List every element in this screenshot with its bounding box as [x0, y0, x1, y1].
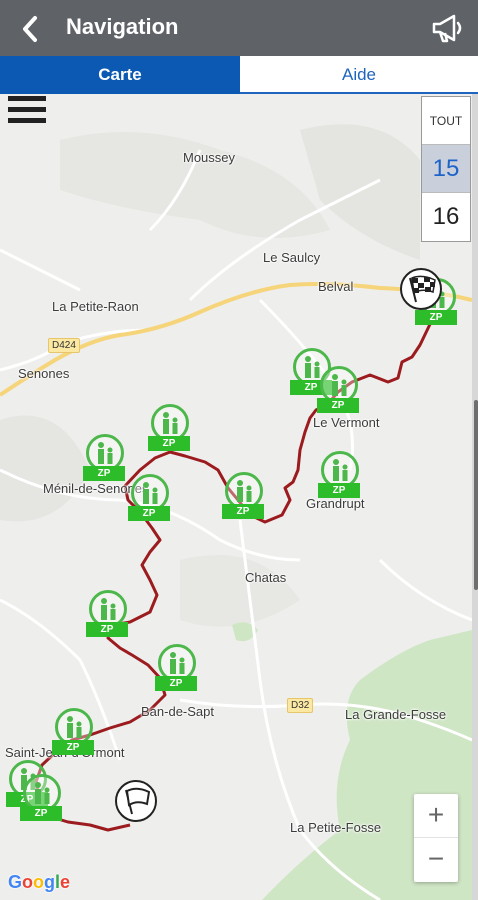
tab-bar: Carte Aide	[0, 56, 478, 94]
zp-label: ZP	[52, 740, 94, 755]
back-button[interactable]	[14, 12, 48, 46]
zp-label: ZP	[222, 504, 264, 519]
zp-label: ZP	[83, 466, 125, 481]
zp-label: ZP	[128, 506, 170, 521]
road-number-badge: D32	[287, 698, 314, 713]
place-label: Le Vermont	[313, 415, 380, 430]
zp-marker[interactable]: ZP	[20, 774, 64, 824]
zoom-level-15[interactable]: 15	[422, 145, 470, 193]
zp-label: ZP	[86, 622, 128, 637]
place-label: La Petite-Fosse	[290, 820, 382, 835]
place-label: Belval	[318, 279, 354, 294]
announce-button[interactable]	[428, 10, 468, 46]
zp-label: ZP	[317, 398, 359, 413]
family-icon	[67, 716, 82, 738]
finish-marker[interactable]	[400, 268, 442, 310]
flag-icon	[125, 787, 151, 815]
menu-icon	[8, 96, 46, 101]
family-icon	[332, 374, 347, 396]
map-view[interactable]: Moussey Le Saulcy Belval La Petite-Raon …	[0, 94, 472, 900]
family-icon	[35, 782, 50, 804]
zp-marker[interactable]: ZP	[222, 472, 266, 522]
zoom-level-selector: TOUT 15 16	[421, 96, 471, 242]
zp-marker[interactable]: ZP	[52, 708, 96, 758]
family-icon	[101, 598, 116, 620]
family-icon	[143, 482, 158, 504]
place-label: Senones	[18, 366, 70, 381]
zoom-controls: + −	[414, 794, 458, 882]
place-label: Moussey	[183, 150, 236, 165]
app-header: Navigation	[0, 0, 478, 56]
place-label: Chatas	[245, 570, 287, 585]
zp-label: ZP	[318, 483, 360, 498]
scrollbar-thumb[interactable]	[474, 400, 478, 590]
checkered-flag-icon	[409, 275, 436, 303]
road-number-badge: D424	[48, 338, 80, 353]
family-icon	[98, 442, 113, 464]
place-label: La Petite-Raon	[52, 299, 139, 314]
megaphone-icon	[432, 14, 462, 43]
chevron-left-icon	[23, 16, 37, 42]
zp-marker[interactable]: ZP	[83, 434, 127, 484]
tab-carte[interactable]: Carte	[0, 56, 240, 94]
zp-label: ZP	[155, 676, 197, 691]
place-label: Le Saulcy	[263, 250, 321, 265]
zp-marker[interactable]: ZP	[155, 644, 199, 694]
page-title: Navigation	[66, 14, 179, 39]
family-icon	[163, 412, 178, 434]
zp-marker[interactable]: ZP	[318, 451, 362, 501]
zp-label: ZP	[148, 436, 190, 451]
menu-button[interactable]	[8, 96, 48, 130]
zp-marker[interactable]: ZP	[86, 590, 130, 640]
family-icon	[170, 652, 185, 674]
zoom-level-16[interactable]: 16	[422, 193, 470, 241]
place-label: Ban-de-Sapt	[141, 704, 214, 719]
zp-marker[interactable]: ZP	[317, 366, 361, 416]
start-marker[interactable]	[115, 780, 157, 822]
tab-aide[interactable]: Aide	[240, 56, 478, 94]
family-icon	[237, 480, 252, 502]
zoom-level-all[interactable]: TOUT	[422, 97, 470, 145]
family-icon	[333, 459, 348, 481]
place-label: La Grande-Fosse	[345, 707, 447, 722]
zp-marker[interactable]: ZP	[148, 404, 192, 454]
zoom-out-button[interactable]: −	[414, 838, 458, 882]
google-logo: Google	[8, 872, 71, 892]
zoom-in-button[interactable]: +	[414, 794, 458, 838]
zp-marker[interactable]: ZP	[128, 474, 172, 524]
zp-label: ZP	[415, 310, 457, 325]
zp-label: ZP	[20, 806, 62, 821]
